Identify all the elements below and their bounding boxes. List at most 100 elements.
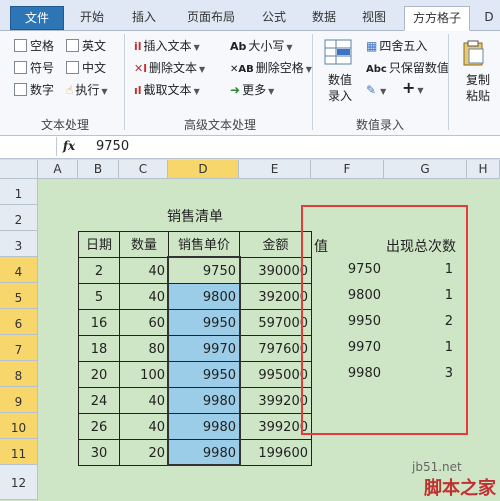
table-cell[interactable]: 20 (119, 439, 169, 466)
checkbox-number[interactable]: 数字 (14, 82, 54, 98)
row-header[interactable]: 12 (0, 465, 38, 500)
keep-value-button[interactable]: Abc 只保留数值 (366, 60, 449, 78)
numeric-entry-button[interactable]: 数值 录入 (322, 72, 358, 104)
checkbox-label: 符号 (30, 61, 55, 75)
copy-paste-button[interactable]: 复制 粘贴 (458, 72, 498, 104)
table-cell[interactable]: 2 (78, 257, 120, 284)
tab-formulas[interactable]: 公式 (252, 6, 296, 30)
col-header-a[interactable]: A (38, 160, 78, 179)
col-header-g[interactable]: G (384, 160, 467, 179)
table-cell[interactable]: 60 (119, 309, 169, 336)
tab-data[interactable]: 数据 (302, 6, 346, 30)
table-cell[interactable]: 24 (78, 387, 120, 414)
row-header[interactable]: 6 (0, 309, 38, 335)
table-cell[interactable]: 199600 (239, 439, 312, 466)
table-cell[interactable]: 30 (78, 439, 120, 466)
chevron-down-icon: ▼ (101, 87, 108, 96)
table-cell[interactable]: 9800 (168, 283, 240, 310)
table-cell[interactable]: 40 (119, 283, 169, 310)
col-header-b[interactable]: B (78, 160, 119, 179)
truncate-text-label: 截取文本 (143, 83, 192, 97)
checkbox-symbol[interactable]: 符号 (14, 60, 54, 76)
table-cell[interactable]: 20 (78, 361, 120, 388)
row-header[interactable]: 10 (0, 413, 38, 439)
case-button[interactable]: Ab 大小写 ▼ (230, 38, 293, 56)
tab-fangfang[interactable]: 方方格子 (404, 6, 470, 31)
table-header-cell[interactable]: 日期 (78, 231, 120, 258)
ribbon-tab-bar: 文件 开始 插入 页面布局 公式 数据 视图 方方格子 D (0, 0, 500, 31)
row-header[interactable]: 2 (0, 205, 38, 231)
table-cell[interactable]: 5 (78, 283, 120, 310)
tab-d[interactable]: D (478, 6, 500, 30)
execute-button[interactable]: ☝ 执行 ▼ (66, 82, 107, 100)
checkbox-english[interactable]: 英文 (66, 38, 106, 54)
insert-text-button[interactable]: ı̇l 插入文本 ▼ (134, 38, 200, 56)
case-icon: Ab (230, 40, 247, 53)
row-header[interactable]: 1 (0, 179, 38, 205)
sheet-title[interactable]: 销售清单 (150, 207, 240, 227)
table-cell[interactable]: 80 (119, 335, 169, 362)
checkbox-space[interactable]: 空格 (14, 38, 54, 54)
tab-home[interactable]: 开始 (70, 6, 114, 30)
ribbon-separator (312, 34, 313, 130)
truncate-text-button[interactable]: ıl 截取文本 ▼ (134, 82, 200, 100)
table-cell[interactable]: 9980 (168, 413, 240, 440)
col-header-c[interactable]: C (119, 160, 168, 179)
row-header[interactable]: 11 (0, 439, 38, 465)
formula-input[interactable]: 9750 (96, 139, 129, 154)
round-button[interactable]: ▦ 四舍五入 (366, 38, 427, 54)
table-cell[interactable]: 26 (78, 413, 120, 440)
tab-view[interactable]: 视图 (352, 6, 396, 30)
chevron-down-icon: ▼ (417, 86, 424, 95)
tab-file[interactable]: 文件 (10, 6, 64, 30)
edit-menu-button[interactable]: ✎ ▼ (366, 82, 386, 100)
table-cell[interactable]: 18 (78, 335, 120, 362)
select-all-corner[interactable] (0, 160, 38, 179)
name-box[interactable] (0, 137, 57, 156)
numeric-entry-icon (322, 36, 358, 72)
watermark-brand: 脚本之家 (424, 478, 496, 499)
table-header-cell[interactable]: 数量 (119, 231, 169, 258)
col-header-f[interactable]: F (311, 160, 384, 179)
row-header[interactable]: 8 (0, 361, 38, 387)
insert-text-label: 插入文本 (143, 39, 192, 53)
row-header[interactable]: 4 (0, 257, 38, 283)
tab-insert[interactable]: 插入 (122, 6, 166, 30)
more-button[interactable]: ➜ 更多 ▼ (230, 82, 274, 100)
delete-spaces-icon: ✕AB (230, 64, 254, 75)
grid-icon: ▦ (366, 39, 378, 53)
col-header-h[interactable]: H (467, 160, 500, 179)
row-header[interactable]: 5 (0, 283, 38, 309)
table-cell[interactable]: 9980 (168, 439, 240, 466)
checkbox-label: 中文 (82, 61, 107, 75)
delete-text-button[interactable]: ✕l 删除文本 ▼ (134, 60, 205, 78)
table-cell[interactable]: 40 (119, 387, 169, 414)
plus-button[interactable]: + ▼ (402, 80, 424, 99)
table-cell[interactable]: 100 (119, 361, 169, 388)
chevron-down-icon: ▼ (193, 87, 200, 96)
round-label: 四舍五入 (379, 39, 428, 53)
row-header[interactable]: 7 (0, 335, 38, 361)
table-cell[interactable]: 40 (119, 413, 169, 440)
table-cell[interactable]: 9980 (168, 387, 240, 414)
group-label-text-processing: 文本处理 (40, 118, 89, 132)
table-cell[interactable]: 9970 (168, 335, 240, 362)
more-label: 更多 (242, 83, 267, 97)
table-cell[interactable]: 9950 (168, 309, 240, 336)
row-header[interactable]: 9 (0, 387, 38, 413)
col-header-d[interactable]: D (168, 160, 239, 179)
chevron-down-icon: ▼ (380, 87, 387, 96)
table-cell[interactable]: 16 (78, 309, 120, 336)
fx-icon[interactable]: fx (58, 139, 80, 155)
checkbox-label: 数字 (30, 83, 55, 97)
table-cell[interactable]: 9750 (168, 257, 240, 284)
table-header-cell[interactable]: 销售单价 (168, 231, 240, 258)
checkbox-chinese[interactable]: 中文 (66, 60, 106, 76)
delete-spaces-button[interactable]: ✕AB 删除空格 ▼ (230, 60, 312, 78)
tab-page-layout[interactable]: 页面布局 (176, 6, 246, 30)
col-header-e[interactable]: E (239, 160, 311, 179)
table-cell[interactable]: 9950 (168, 361, 240, 388)
clipboard-icon (458, 38, 492, 70)
row-header[interactable]: 3 (0, 231, 38, 257)
table-cell[interactable]: 40 (119, 257, 169, 284)
